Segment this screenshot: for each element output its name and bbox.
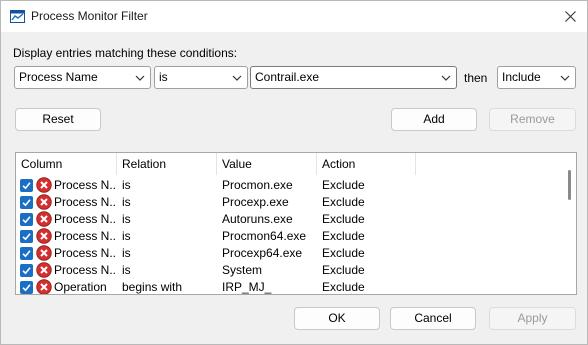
chevron-down-icon <box>135 75 145 81</box>
apply-button[interactable]: Apply <box>489 307 576 330</box>
row-relation: is <box>122 229 131 243</box>
checkbox-checked-icon[interactable] <box>20 264 33 277</box>
row-column: Process N... <box>54 229 116 243</box>
exclude-x-icon <box>36 211 52 227</box>
table-row[interactable]: Process N... is Autoruns.exe Exclude <box>16 211 564 228</box>
checkbox-checked-icon[interactable] <box>20 230 33 243</box>
reset-button[interactable]: Reset <box>15 108 101 131</box>
vertical-scrollbar[interactable] <box>564 153 576 294</box>
row-value: IRP_MJ_ <box>222 280 272 294</box>
row-value: Procexp.exe <box>222 195 289 209</box>
table-row[interactable]: Process N... is System Exclude <box>16 262 564 279</box>
checkbox-checked-icon[interactable] <box>20 281 33 294</box>
close-button[interactable] <box>553 1 587 32</box>
exclude-x-icon <box>36 194 52 210</box>
column-select-value: Process Name <box>19 70 98 84</box>
row-column: Operation <box>54 280 107 294</box>
checkbox-checked-icon[interactable] <box>20 247 33 260</box>
column-header-column[interactable]: Column <box>16 153 117 175</box>
title-bar: Process Monitor Filter <box>1 1 587 32</box>
row-action: Exclude <box>322 195 365 209</box>
exclude-x-icon <box>36 245 52 261</box>
table-row[interactable]: Process N... is Procmon64.exe Exclude <box>16 228 564 245</box>
row-value: Procmon.exe <box>222 178 293 192</box>
row-action: Exclude <box>322 263 365 277</box>
checkbox-checked-icon[interactable] <box>20 213 33 226</box>
row-relation: is <box>122 212 131 226</box>
row-relation: is <box>122 195 131 209</box>
relation-select[interactable]: is <box>154 66 248 89</box>
row-column: Process N... <box>54 263 116 277</box>
table-row[interactable]: Process N... is Procexp64.exe Exclude <box>16 245 564 262</box>
filter-app-icon <box>10 10 25 23</box>
then-label: then <box>464 71 488 85</box>
row-action: Exclude <box>322 246 365 260</box>
exclude-x-icon <box>36 279 52 294</box>
value-combobox-text: Contrail.exe <box>255 70 320 84</box>
checkbox-checked-icon[interactable] <box>20 179 33 192</box>
row-value: Procexp64.exe <box>222 246 303 260</box>
row-relation: is <box>122 263 131 277</box>
window-title: Process Monitor Filter <box>31 9 148 23</box>
row-value: Procmon64.exe <box>222 229 307 243</box>
chevron-down-icon <box>560 75 570 81</box>
close-icon <box>564 11 576 22</box>
column-header-relation[interactable]: Relation <box>117 153 217 175</box>
row-column: Process N... <box>54 195 116 209</box>
value-combobox[interactable]: Contrail.exe <box>250 66 457 89</box>
exclude-x-icon <box>36 228 52 244</box>
action-select[interactable]: Include <box>497 66 576 89</box>
filter-list[interactable]: Column Relation Value Action Process N..… <box>15 152 577 295</box>
add-button[interactable]: Add <box>391 108 477 131</box>
ok-button[interactable]: OK <box>294 307 380 330</box>
row-relation: is <box>122 246 131 260</box>
table-row[interactable]: Process N... is Procmon.exe Exclude <box>16 177 564 194</box>
row-action: Exclude <box>322 280 365 294</box>
row-column: Process N... <box>54 178 116 192</box>
table-row[interactable]: Operation begins with IRP_MJ_ Exclude <box>16 279 564 294</box>
row-column: Process N... <box>54 246 116 260</box>
exclude-x-icon <box>36 177 52 193</box>
column-header-value[interactable]: Value <box>217 153 317 175</box>
row-value: System <box>222 263 263 277</box>
process-monitor-filter-dialog: Process Monitor Filter Display entries m… <box>0 0 588 345</box>
row-relation: is <box>122 178 131 192</box>
cancel-button[interactable]: Cancel <box>390 307 476 330</box>
row-value: Autoruns.exe <box>222 212 293 226</box>
remove-button[interactable]: Remove <box>489 108 576 131</box>
row-relation: begins with <box>122 280 183 294</box>
conditions-label: Display entries matching these condition… <box>13 46 238 60</box>
exclude-x-icon <box>36 262 52 278</box>
table-row[interactable]: Process N... is Procexp.exe Exclude <box>16 194 564 211</box>
column-header-action[interactable]: Action <box>317 153 416 175</box>
column-select[interactable]: Process Name <box>14 66 151 89</box>
scrollbar-thumb[interactable] <box>568 170 571 200</box>
chevron-down-icon <box>232 75 242 81</box>
row-column: Process N... <box>54 212 116 226</box>
row-action: Exclude <box>322 212 365 226</box>
row-action: Exclude <box>322 178 365 192</box>
checkbox-checked-icon[interactable] <box>20 196 33 209</box>
action-select-value: Include <box>502 70 541 84</box>
chevron-down-icon <box>441 75 451 81</box>
row-action: Exclude <box>322 229 365 243</box>
relation-select-value: is <box>159 70 168 84</box>
